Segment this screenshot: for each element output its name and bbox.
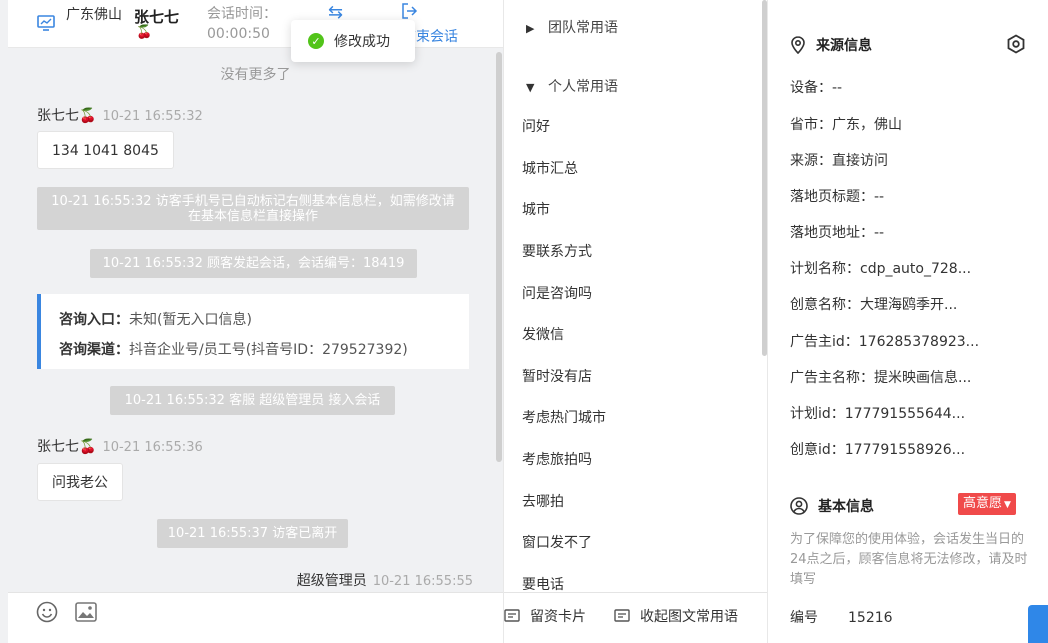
caret-down-icon: ▼ <box>1004 500 1011 510</box>
visitor-info-panel: 来源信息 设备：-- 省市：广东，佛山 来源：直接访问 落地页标题：-- 落地页… <box>767 0 1048 643</box>
chat-panel: 广东佛山 张七七 🍒 会话时间： 00:00:50 ⇆ 结束会话 ✓ 修改成功 … <box>8 0 503 643</box>
field-advertiser-name: 广告主名称：提米映画信息... <box>790 370 972 386</box>
message-time: 10-21 16:55:32 <box>102 109 203 124</box>
phrases-panel: ▶ 团队常用语 ▼ 个人常用语 问好 城市汇总 城市 要联系方式 问是咨询吗 发微信… <box>503 0 768 643</box>
phrase-item[interactable]: 窗口发不了 <box>522 532 592 552</box>
phrase-item[interactable]: 去哪拍 <box>522 491 564 511</box>
sender-name: 张七七🍒 <box>37 439 97 455</box>
collapse-phrases-label: 收起图文常用语 <box>640 609 738 625</box>
number-label: 编号 <box>790 610 818 626</box>
consult-info-card: 咨询入口：未知(暂无入口信息) 咨询渠道：抖音企业号/员工号(抖音号ID：279… <box>37 294 469 369</box>
phrases-toolbar: 留资卡片 收起图文常用语 <box>504 592 768 643</box>
phrase-item[interactable]: 城市 <box>522 199 550 219</box>
phrase-item[interactable]: 问是咨询吗 <box>522 283 592 303</box>
field-landing-title: 落地页标题：-- <box>790 189 885 205</box>
exit-icon[interactable] <box>400 2 418 20</box>
chat-toolbar <box>8 592 503 643</box>
no-more-text: 没有更多了 <box>220 67 291 83</box>
check-icon: ✓ <box>308 33 324 49</box>
entry-label: 咨询入口： <box>59 312 129 328</box>
group-personal-phrases[interactable]: ▼ 个人常用语 <box>526 76 618 96</box>
basic-info-title: 基本信息 <box>790 496 874 516</box>
entry-value: 未知(暂无入口信息) <box>129 312 252 328</box>
success-toast: ✓ 修改成功 <box>291 20 415 62</box>
phrase-item[interactable]: 考虑热门城市 <box>522 407 606 427</box>
system-notice: 10-21 16:55:32 客服 超级管理员 接入会话 <box>110 386 395 415</box>
session-time: 00:00:50 <box>207 26 270 42</box>
channel-label: 咨询渠道： <box>59 342 129 358</box>
lead-card-label: 留资卡片 <box>530 609 586 625</box>
caret-right-icon: ▶ <box>526 22 535 35</box>
session-time-label: 会话时间： <box>207 6 277 22</box>
system-notice: 10-21 16:55:32 顾客发起会话，会话编号：18419 <box>90 249 417 278</box>
user-circle-icon <box>790 497 808 515</box>
phrase-item[interactable]: 城市汇总 <box>522 158 578 178</box>
visitor-name: 张七七 <box>134 8 180 26</box>
field-creative-name: 创意名称：大理海鸥季开... <box>790 297 958 313</box>
phrase-item[interactable]: 问好 <box>522 116 550 136</box>
phrase-item[interactable]: 发微信 <box>522 324 564 344</box>
channel-row: 咨询渠道：抖音企业号/员工号(抖音号ID：279527392) <box>59 335 469 365</box>
message-icon <box>614 609 630 622</box>
group-team-phrases[interactable]: ▶ 团队常用语 <box>526 17 618 37</box>
section-label: 来源信息 <box>816 38 872 54</box>
phrase-item[interactable]: 要电话 <box>522 574 564 594</box>
toast-text: 修改成功 <box>334 34 390 50</box>
cherry-icon: 🍒 <box>136 25 153 40</box>
message-list: 没有更多了 张七七🍒 10-21 16:55:32 134 1041 8045 1… <box>8 48 503 592</box>
floating-chat-button[interactable] <box>1028 605 1048 643</box>
agent-message-header: 超级管理员 10-21 16:55:55 <box>297 570 473 590</box>
message-bubble: 134 1041 8045 <box>37 131 174 169</box>
intent-level-dropdown[interactable]: 高意愿 ▼ <box>958 493 1016 515</box>
field-number: 编号 15216 <box>790 607 893 627</box>
chat-header: 广东佛山 张七七 🍒 会话时间： 00:00:50 ⇆ 结束会话 <box>8 0 503 48</box>
phrase-item[interactable]: 考虑旅拍吗 <box>522 449 592 469</box>
message-time: 10-21 16:55:55 <box>372 574 473 589</box>
field-creative-id: 创意id：177791558926... <box>790 442 966 458</box>
message-bubble: 问我老公 <box>37 463 123 501</box>
message-sender: 张七七🍒 10-21 16:55:36 <box>37 436 203 456</box>
system-notice: 10-21 16:55:37 访客已离开 <box>157 519 348 548</box>
agent-name: 超级管理员 <box>296 573 367 589</box>
message-sender: 张七七🍒 10-21 16:55:32 <box>37 105 203 125</box>
lead-card-button[interactable]: 留资卡片 <box>504 606 586 626</box>
phrase-item[interactable]: 暂时没有店 <box>522 366 592 386</box>
collapse-phrases-button[interactable]: 收起图文常用语 <box>614 606 738 626</box>
source-info-title: 来源信息 <box>790 35 872 55</box>
field-advertiser-id: 广告主id：176285378923... <box>790 334 980 350</box>
image-icon[interactable] <box>75 602 97 622</box>
field-device: 设备：-- <box>790 80 843 96</box>
group-label: 个人常用语 <box>548 79 618 95</box>
sender-name: 张七七🍒 <box>37 108 97 124</box>
field-plan-name: 计划名称：cdp_auto_728... <box>790 261 972 277</box>
field-plan-id: 计划id：177791555644... <box>790 406 966 422</box>
message-time: 10-21 16:55:36 <box>102 440 203 455</box>
settings-icon[interactable] <box>1006 34 1026 54</box>
field-source: 来源：直接访问 <box>790 153 888 169</box>
field-landing-url: 落地页地址：-- <box>790 225 885 241</box>
location-pin-icon <box>791 36 805 54</box>
caret-down-icon: ▼ <box>526 81 535 94</box>
channel-value: 抖音企业号/员工号(抖音号ID：279527392) <box>129 342 408 358</box>
monitor-icon <box>37 15 55 31</box>
chat-scrollbar[interactable] <box>496 52 502 462</box>
entry-row: 咨询入口：未知(暂无入口信息) <box>59 305 469 335</box>
card-icon <box>504 609 520 622</box>
visitor-location: 广东佛山 <box>66 7 122 23</box>
phrase-item[interactable]: 要联系方式 <box>522 241 592 261</box>
field-province: 省市：广东，佛山 <box>790 117 902 133</box>
app: 广东佛山 张七七 🍒 会话时间： 00:00:50 ⇆ 结束会话 ✓ 修改成功 … <box>0 0 1048 643</box>
intent-level-label: 高意愿 <box>963 496 1003 511</box>
edit-hint: 为了保障您的使用体验，会话发生当日的24点之后，顾客信息将无法修改，请及时填写 <box>790 532 1028 587</box>
number-value: 15216 <box>848 610 893 626</box>
emoji-icon[interactable] <box>36 601 58 623</box>
section-label: 基本信息 <box>818 499 874 515</box>
group-label: 团队常用语 <box>548 20 618 36</box>
system-notice: 10-21 16:55:32 访客手机号已自动标记右侧基本信息栏，如需修改请在基… <box>37 187 469 230</box>
